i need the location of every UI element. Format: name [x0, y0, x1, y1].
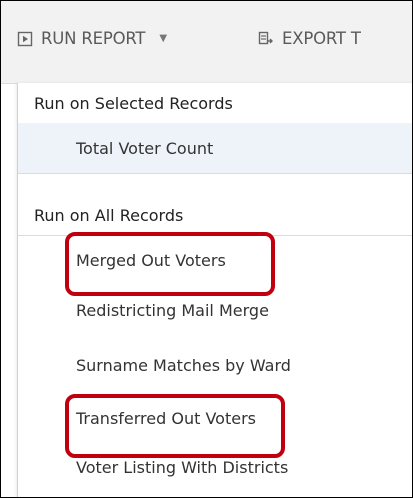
caret-down-icon: ▼ — [159, 33, 167, 44]
export-button[interactable]: EXPORT T — [258, 29, 361, 48]
menu-item-redistricting-mail-merge[interactable]: Redistricting Mail Merge — [18, 285, 412, 335]
run-report-button[interactable]: RUN REPORT ▼ — [17, 29, 167, 48]
menu-section-header-selected-records: Run on Selected Records — [18, 83, 412, 124]
menu-section-header-all-records: Run on All Records — [18, 195, 412, 236]
export-label: EXPORT T — [282, 29, 361, 48]
export-icon — [258, 31, 274, 47]
menu-item-voter-listing-with-districts[interactable]: Voter Listing With Districts — [18, 442, 412, 492]
screenshot-frame: RUN REPORT ▼ EXPORT T Run on Selected Re… — [0, 0, 413, 498]
toolbar: RUN REPORT ▼ EXPORT T — [1, 1, 412, 84]
menu-item-label: Redistricting Mail Merge — [76, 300, 269, 320]
menu-item-label: Merged Out Voters — [76, 250, 226, 270]
run-report-label: RUN REPORT — [41, 29, 146, 48]
menu-item-label: Transferred Out Voters — [76, 408, 256, 428]
menu-item-transferred-out-voters[interactable]: Transferred Out Voters — [18, 393, 412, 443]
menu-item-merged-out-voters[interactable]: Merged Out Voters — [18, 235, 412, 285]
menu-item-surname-matches-by-ward[interactable]: Surname Matches by Ward — [18, 340, 412, 390]
run-report-dropdown-menu: Run on Selected Records Total Voter Coun… — [17, 83, 412, 497]
menu-item-label: Voter Listing With Districts — [76, 457, 289, 477]
menu-item-label: Surname Matches by Ward — [76, 355, 291, 375]
menu-item-label: Total Voter Count — [76, 138, 214, 158]
menu-item-total-voter-count[interactable]: Total Voter Count — [18, 123, 412, 174]
report-play-icon — [17, 31, 33, 47]
